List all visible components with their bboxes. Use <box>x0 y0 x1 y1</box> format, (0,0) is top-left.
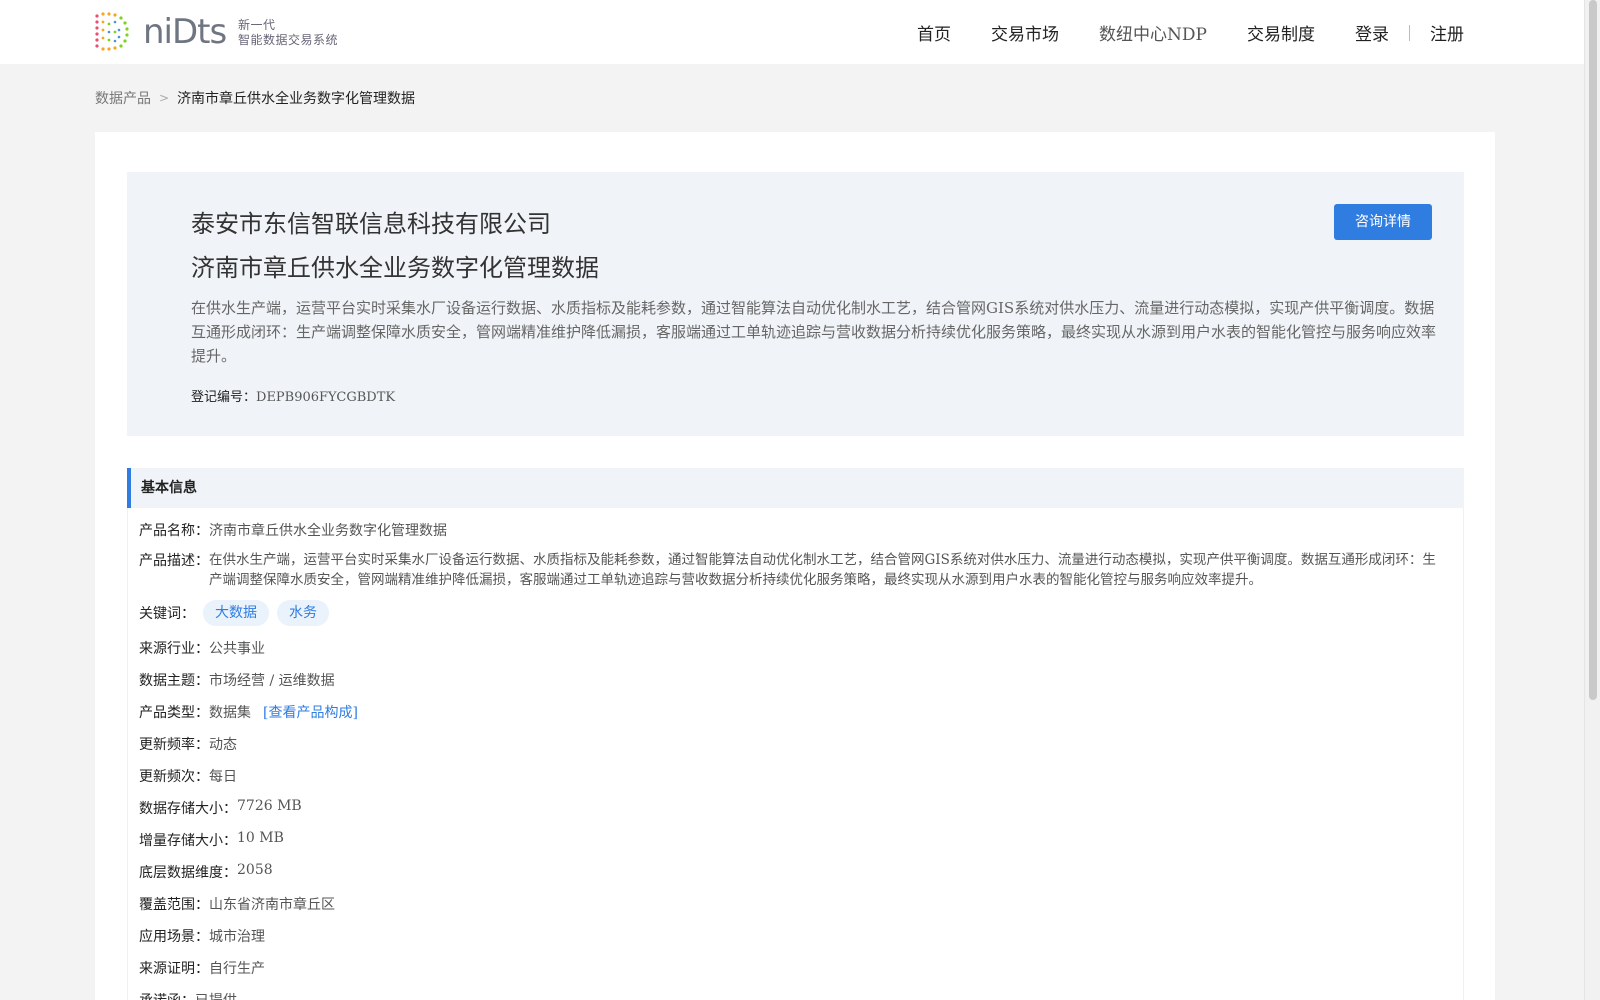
info-value: 10 MB <box>237 830 284 846</box>
info-value: 济南市章丘供水全业务数字化管理数据 <box>209 523 447 539</box>
basic-info-heading: 基本信息 <box>127 468 1464 508</box>
nav-ndp[interactable]: 数纽中心NDP <box>1099 20 1207 45</box>
page-scrollbar[interactable] <box>1584 0 1600 1000</box>
info-label: 更新频次： <box>139 769 209 785</box>
info-value: 已提供 <box>195 990 237 1000</box>
info-row-industry: 来源行业： 公共事业 <box>139 638 265 658</box>
info-label: 来源行业： <box>139 641 209 657</box>
logo-tagline-line1: 新一代 <box>238 18 276 32</box>
info-label: 覆盖范围： <box>139 897 209 913</box>
info-value: 每日 <box>209 769 237 785</box>
info-value: 公共事业 <box>209 641 265 657</box>
info-label: 增量存储大小： <box>139 833 237 849</box>
info-row-type: 产品类型： 数据集 [查看产品构成] <box>139 702 358 722</box>
info-row-update-frequency: 更新频率： 动态 <box>139 734 237 754</box>
nav-market[interactable]: 交易市场 <box>991 20 1059 45</box>
registration-label: 登记编号： <box>191 390 257 405</box>
registration-value: DEPB906FYCGBDTK <box>256 390 396 405</box>
info-label: 来源证明： <box>139 961 209 977</box>
breadcrumb-root[interactable]: 数据产品 <box>95 88 151 108</box>
nav-home[interactable]: 首页 <box>917 20 951 45</box>
main-nav: 首页 交易市场 数纽中心NDP 交易制度 登录 注册 <box>877 20 1464 45</box>
info-row-product-name: 产品名称： 济南市章丘供水全业务数字化管理数据 <box>139 520 447 540</box>
logo-tagline-line2: 智能数据交易系统 <box>238 33 339 47</box>
info-value: 动态 <box>209 737 237 753</box>
logo-tagline: 新一代 智能数据交易系统 <box>238 18 338 48</box>
info-label: 关键词： <box>139 606 195 622</box>
product-summary: 在供水生产端，运营平台实时采集水厂设备运行数据、水质指标及能耗参数，通过智能算法… <box>191 299 1437 365</box>
keyword-tag[interactable]: 大数据 <box>203 600 269 626</box>
info-row-description: 产品描述： 在供水生产端，运营平台实时采集水厂设备运行数据、水质指标及能耗参数，… <box>139 550 1439 590</box>
info-value: 山东省济南市章丘区 <box>209 897 335 913</box>
info-row-update-times: 更新频次： 每日 <box>139 766 237 786</box>
product-hero: 泰安市东信智联信息科技有限公司 济南市章丘供水全业务数字化管理数据 在供水生产端… <box>127 172 1464 436</box>
nav-rules[interactable]: 交易制度 <box>1247 20 1315 45</box>
info-row-commitment: 承诺函： 已提供 <box>139 990 237 1000</box>
nav-divider <box>1409 24 1410 41</box>
info-row-storage: 数据存储大小： 7726 MB <box>139 798 302 818</box>
info-row-theme: 数据主题： 市场经营 / 运维数据 <box>139 670 335 690</box>
info-value: 2058 <box>237 862 273 878</box>
info-label: 底层数据维度： <box>139 865 237 881</box>
register-link[interactable]: 注册 <box>1430 20 1464 45</box>
view-composition-link[interactable]: [查看产品构成] <box>263 702 358 722</box>
info-label: 产品描述： <box>139 553 209 569</box>
scrollbar-thumb[interactable] <box>1589 0 1597 700</box>
info-label: 数据存储大小： <box>139 801 237 817</box>
info-row-dimension: 底层数据维度： 2058 <box>139 862 273 882</box>
info-row-keywords: 关键词： 大数据 水务 <box>139 600 329 626</box>
site-logo[interactable]: niDts 新一代 智能数据交易系统 <box>93 10 343 54</box>
consult-button[interactable]: 咨询详情 <box>1334 204 1432 240</box>
login-link[interactable]: 登录 <box>1355 20 1389 45</box>
info-label: 更新频率： <box>139 737 209 753</box>
registration-number: 登记编号：DEPB906FYCGBDTK <box>191 386 395 405</box>
info-row-increment: 增量存储大小： 10 MB <box>139 830 284 850</box>
breadcrumb: 数据产品 > 济南市章丘供水全业务数字化管理数据 <box>95 88 415 108</box>
logo-wordmark: niDts <box>143 12 227 52</box>
basic-info-body: 产品名称： 济南市章丘供水全业务数字化管理数据 产品描述： 在供水生产端，运营平… <box>127 508 1464 1000</box>
company-name: 泰安市东信智联信息科技有限公司 <box>191 210 551 238</box>
info-label: 产品类型： <box>139 705 209 721</box>
info-value: 市场经营 / 运维数据 <box>209 673 335 689</box>
info-row-scenario: 应用场景： 城市治理 <box>139 926 265 946</box>
info-row-source: 来源证明： 自行生产 <box>139 958 265 978</box>
info-value: 在供水生产端，运营平台实时采集水厂设备运行数据、水质指标及能耗参数，通过智能算法… <box>209 552 1436 588</box>
info-label: 应用场景： <box>139 929 209 945</box>
top-header: niDts 新一代 智能数据交易系统 首页 交易市场 数纽中心NDP 交易制度 … <box>0 0 1584 64</box>
keyword-tag[interactable]: 水务 <box>277 600 329 626</box>
info-label: 产品名称： <box>139 523 209 539</box>
info-value: 城市治理 <box>209 929 265 945</box>
info-value: 7726 MB <box>237 798 302 814</box>
info-label: 数据主题： <box>139 673 209 689</box>
chevron-right-icon: > <box>159 91 170 105</box>
product-title: 济南市章丘供水全业务数字化管理数据 <box>191 254 599 282</box>
info-value: 数据集 <box>209 705 251 721</box>
breadcrumb-current: 济南市章丘供水全业务数字化管理数据 <box>177 91 416 107</box>
info-label: 承诺函： <box>139 990 195 1000</box>
info-row-coverage: 覆盖范围： 山东省济南市章丘区 <box>139 894 335 914</box>
info-value: 自行生产 <box>209 961 265 977</box>
product-card: 泰安市东信智联信息科技有限公司 济南市章丘供水全业务数字化管理数据 在供水生产端… <box>95 132 1495 1000</box>
